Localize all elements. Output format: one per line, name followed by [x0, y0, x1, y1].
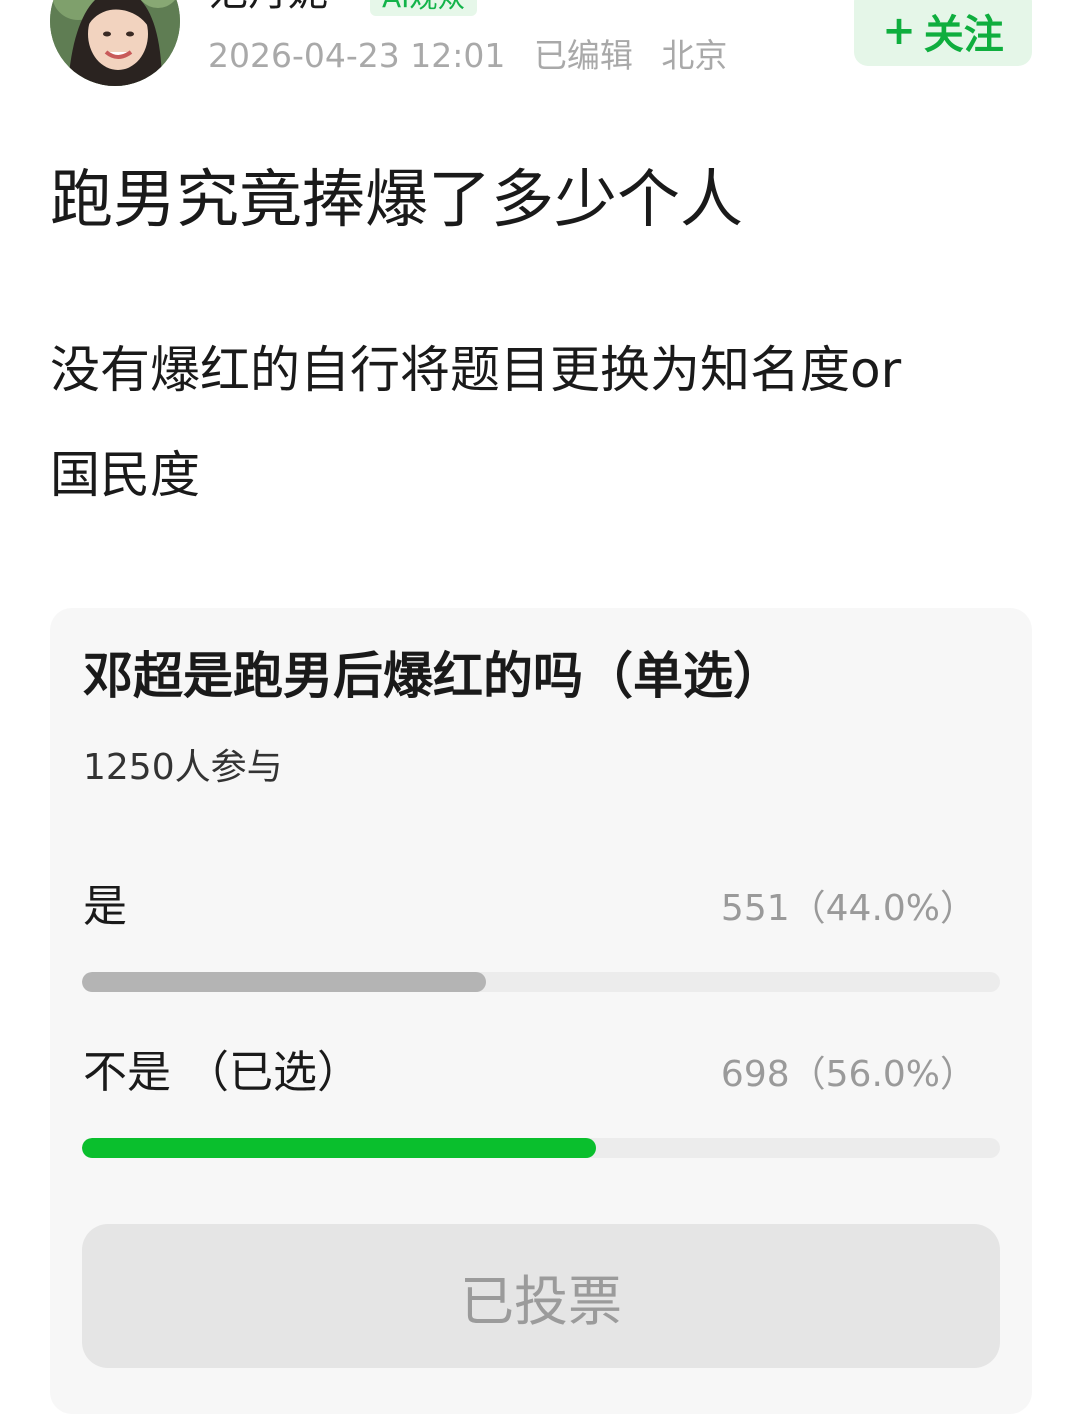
poll-option-result: 698（56.0%） [720, 1054, 976, 1095]
poll-card: 邓超是跑男后爆红的吗（单选） 1250人参与 是 551（44.0%） 不是 （… [50, 608, 1032, 1414]
poll-option-bar-fill [82, 972, 486, 992]
post-location: 北京 [661, 36, 728, 75]
post-date: 2026-04-23 12:01 [208, 36, 506, 75]
voted-button[interactable]: 已投票 [82, 1224, 1000, 1368]
poll-option-bar [82, 1138, 1000, 1158]
post-title: 跑男究竟捧爆了多少个人 [50, 163, 743, 236]
poll-option-bar-fill [82, 1138, 597, 1158]
author-name[interactable]: 范丹妮 [208, 0, 328, 14]
follow-label: 关注 [923, 12, 1004, 58]
post-meta: 2026-04-23 12:01 已编辑 北京 [208, 36, 745, 76]
post-body-line: 没有爆红的自行将题目更换为知名度or [50, 341, 902, 399]
poll-option-label: 是 [83, 881, 127, 932]
author-avatar[interactable] [50, 0, 180, 86]
author-badge: AI观众 [370, 0, 478, 16]
poll-question: 邓超是跑男后爆红的吗（单选） [83, 647, 783, 705]
user-avatar-photo-icon [50, 0, 180, 86]
follow-button[interactable]: + 关注 [854, 0, 1032, 66]
plus-icon: + [882, 8, 916, 54]
poll-option-label: 不是 （已选） [83, 1047, 361, 1098]
poll-option-result: 551（44.0%） [720, 888, 976, 929]
edited-label: 已编辑 [533, 36, 633, 75]
post-body-line: 国民度 [50, 446, 200, 504]
post-body: 没有爆红的自行将题目更换为知名度or 国民度 [50, 318, 1040, 528]
poll-option-bar [82, 972, 1000, 992]
poll-participants: 1250人参与 [83, 747, 283, 788]
